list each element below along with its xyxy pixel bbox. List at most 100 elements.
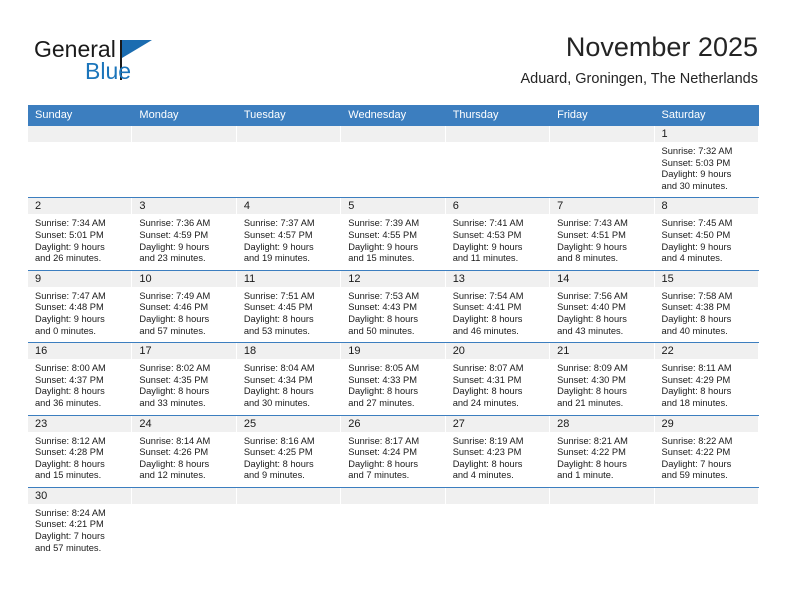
calendar-day-cell-empty[interactable] [550,126,655,198]
calendar-day-cell[interactable]: 27 Sunrise: 8:19 AM Sunset: 4:23 PM Dayligh… [445,415,551,487]
day-info-line: and 4 minutes. [661,253,723,264]
day-info-line: and 15 minutes. [348,253,415,264]
calendar-day-cell[interactable]: 1 Sunrise: 7:32 AM Sunset: 5:03 PM Daylight… [654,126,759,198]
calendar-day-cell[interactable]: 22 Sunrise: 8:11 AM Sunset: 4:29 PM Dayligh… [654,343,759,415]
day-detail-body [446,142,550,197]
day-info-line: Daylight: 8 hours [139,386,210,397]
calendar-day-cell-empty[interactable] [341,487,446,560]
calendar-day-cell[interactable]: 7 Sunrise: 7:43 AM Sunset: 4:51 PM Daylight… [550,198,655,270]
calendar-day-cell[interactable]: 16 Sunrise: 8:00 AM Sunset: 4:37 PM Dayligh… [28,343,133,415]
calendar-day-cell[interactable]: 20 Sunrise: 8:07 AM Sunset: 4:31 PM Dayligh… [445,343,551,415]
day-detail-body: Sunrise: 7:58 AM Sunset: 4:38 PM Daylight:… [655,287,759,342]
day-info-line: and 21 minutes. [557,397,624,408]
calendar-day-cell[interactable]: 25 Sunrise: 8:16 AM Sunset: 4:25 PM Dayligh… [236,415,342,487]
calendar-day-cell[interactable]: 23 Sunrise: 8:12 AM Sunset: 4:28 PM Dayligh… [28,415,133,487]
calendar-week-row: 1 Sunrise: 7:32 AM Sunset: 5:03 PM Daylight… [28,126,759,199]
weekday-header-row: Sunday Monday Tuesday Wednesday Thursday Frid… [28,105,759,126]
day-number-band: 30 [28,487,133,504]
day-info-line: and 59 minutes. [661,470,728,481]
calendar-day-cell-empty[interactable] [132,487,237,560]
calendar-day-cell-empty[interactable] [236,126,342,198]
day-info-line: and 30 minutes. [243,397,310,408]
day-number-band [445,126,551,142]
day-detail-body [655,504,759,559]
day-info-line: Daylight: 8 hours [243,313,314,324]
day-info-line: Sunrise: 7:51 AM [243,290,315,301]
calendar-day-cell-empty[interactable] [236,487,342,560]
calendar-day-cell[interactable]: 14 Sunrise: 7:56 AM Sunset: 4:40 PM Dayligh… [550,270,655,343]
calendar-day-cell[interactable]: 2 Sunrise: 7:34 AM Sunset: 5:01 PM Daylight… [28,198,133,270]
calendar-day-cell[interactable]: 17 Sunrise: 8:02 AM Sunset: 4:35 PM Dayligh… [132,343,237,415]
weekday-header-sunday: Sunday [35,109,73,121]
calendar-day-cell-empty[interactable] [28,126,133,198]
calendar-day-cell[interactable]: 8 Sunrise: 7:45 AM Sunset: 4:50 PM Daylight… [654,198,759,270]
day-info-line: Daylight: 8 hours [452,386,523,397]
day-detail-body: Sunrise: 8:14 AM Sunset: 4:26 PM Daylight:… [132,432,236,487]
calendar-day-cell[interactable]: 19 Sunrise: 8:05 AM Sunset: 4:33 PM Dayligh… [341,343,446,415]
calendar-day-cell-empty[interactable] [132,126,237,198]
day-info-line: and 27 minutes. [348,397,415,408]
calendar-day-cell-empty[interactable] [654,487,759,560]
day-number-band: 9 [28,270,133,287]
day-detail-body [550,142,654,197]
calendar-day-cell-empty[interactable] [445,487,551,560]
day-detail-body [341,504,445,559]
day-number: 9 [35,272,42,285]
calendar-day-cell[interactable]: 9 Sunrise: 7:47 AM Sunset: 4:48 PM Daylight… [28,270,133,343]
day-info-line: Sunset: 4:28 PM [35,447,104,458]
calendar-day-cell[interactable]: 18 Sunrise: 8:04 AM Sunset: 4:34 PM Dayligh… [236,343,342,415]
day-info-line: Sunset: 4:48 PM [35,302,104,313]
day-info-line: Sunset: 4:43 PM [348,302,417,313]
calendar-day-cell[interactable]: 5 Sunrise: 7:39 AM Sunset: 4:55 PM Daylight… [341,198,446,270]
calendar-day-cell-empty[interactable] [445,126,551,198]
calendar-day-cell[interactable]: 10 Sunrise: 7:49 AM Sunset: 4:46 PM Dayligh… [132,270,237,343]
calendar-day-cell[interactable]: 15 Sunrise: 7:58 AM Sunset: 4:38 PM Dayligh… [654,270,759,343]
day-info-line: Daylight: 8 hours [661,386,732,397]
calendar-day-cell[interactable]: 11 Sunrise: 7:51 AM Sunset: 4:45 PM Dayligh… [236,270,342,343]
day-number: 24 [139,417,152,430]
calendar-day-cell[interactable]: 6 Sunrise: 7:41 AM Sunset: 4:53 PM Daylight… [445,198,551,270]
day-info-line: Sunset: 4:21 PM [35,519,104,530]
calendar-day-cell[interactable]: 28 Sunrise: 8:21 AM Sunset: 4:22 PM Dayligh… [550,415,655,487]
day-info-line: Daylight: 8 hours [243,458,314,469]
day-info-line: Sunrise: 8:14 AM [139,435,211,446]
calendar-day-cell[interactable]: 30 Sunrise: 8:24 AM Sunset: 4:21 PM Dayligh… [28,487,133,560]
day-number: 20 [452,345,465,358]
calendar-day-cell[interactable]: 4 Sunrise: 7:37 AM Sunset: 4:57 PM Daylight… [236,198,342,270]
day-info-line: Sunrise: 8:00 AM [35,363,106,374]
calendar-day-cell-empty[interactable] [550,487,655,560]
day-number: 28 [557,417,570,430]
calendar-day-cell[interactable]: 24 Sunrise: 8:14 AM Sunset: 4:26 PM Dayligh… [132,415,237,487]
calendar-day-cell[interactable]: 3 Sunrise: 7:36 AM Sunset: 4:59 PM Daylight… [132,198,237,270]
calendar-day-cell-empty[interactable] [341,126,446,198]
day-number-band: 4 [236,198,342,215]
day-info-line: Daylight: 8 hours [348,386,419,397]
day-info-line: Sunset: 4:23 PM [452,447,522,458]
day-info-line: and 57 minutes. [139,325,206,336]
day-info-line: and 50 minutes. [348,325,415,336]
day-info-line: Daylight: 8 hours [557,313,627,324]
day-detail-body: Sunrise: 7:37 AM Sunset: 4:57 PM Daylight:… [237,214,341,269]
day-number: 2 [35,200,42,213]
day-detail-body: Sunrise: 8:22 AM Sunset: 4:22 PM Daylight:… [655,432,759,487]
day-detail-body: Sunrise: 7:53 AM Sunset: 4:43 PM Daylight:… [341,287,445,342]
day-info-line: and 4 minutes. [452,470,514,481]
day-info-line: and 43 minutes. [557,325,624,336]
calendar-day-cell[interactable]: 29 Sunrise: 8:22 AM Sunset: 4:22 PM Dayligh… [654,415,759,487]
day-info-line: Sunset: 4:38 PM [661,302,731,313]
calendar-day-cell[interactable]: 12 Sunrise: 7:53 AM Sunset: 4:43 PM Dayligh… [341,270,446,343]
logo-text-blue: Blue [85,58,132,84]
day-info-line: Sunrise: 8:05 AM [348,363,420,374]
day-number: 23 [35,417,48,430]
calendar-week-row: 2 Sunrise: 7:34 AM Sunset: 5:01 PM Daylight… [28,198,759,271]
calendar-day-cell[interactable]: 26 Sunrise: 8:17 AM Sunset: 4:24 PM Dayligh… [341,415,446,487]
day-info-line: and 1 minute. [557,470,614,481]
calendar-week-row: 23 Sunrise: 8:12 AM Sunset: 4:28 PM Dayligh… [28,415,759,488]
day-info-line: Sunrise: 8:16 AM [243,435,315,446]
day-info-line: Sunrise: 8:24 AM [35,507,106,518]
day-detail-body: Sunrise: 8:21 AM Sunset: 4:22 PM Daylight:… [550,432,654,487]
day-number: 30 [35,489,48,502]
day-info-line: Daylight: 9 hours [139,241,210,252]
calendar-day-cell[interactable]: 13 Sunrise: 7:54 AM Sunset: 4:41 PM Dayligh… [445,270,551,343]
calendar-day-cell[interactable]: 21 Sunrise: 8:09 AM Sunset: 4:30 PM Dayligh… [550,343,655,415]
